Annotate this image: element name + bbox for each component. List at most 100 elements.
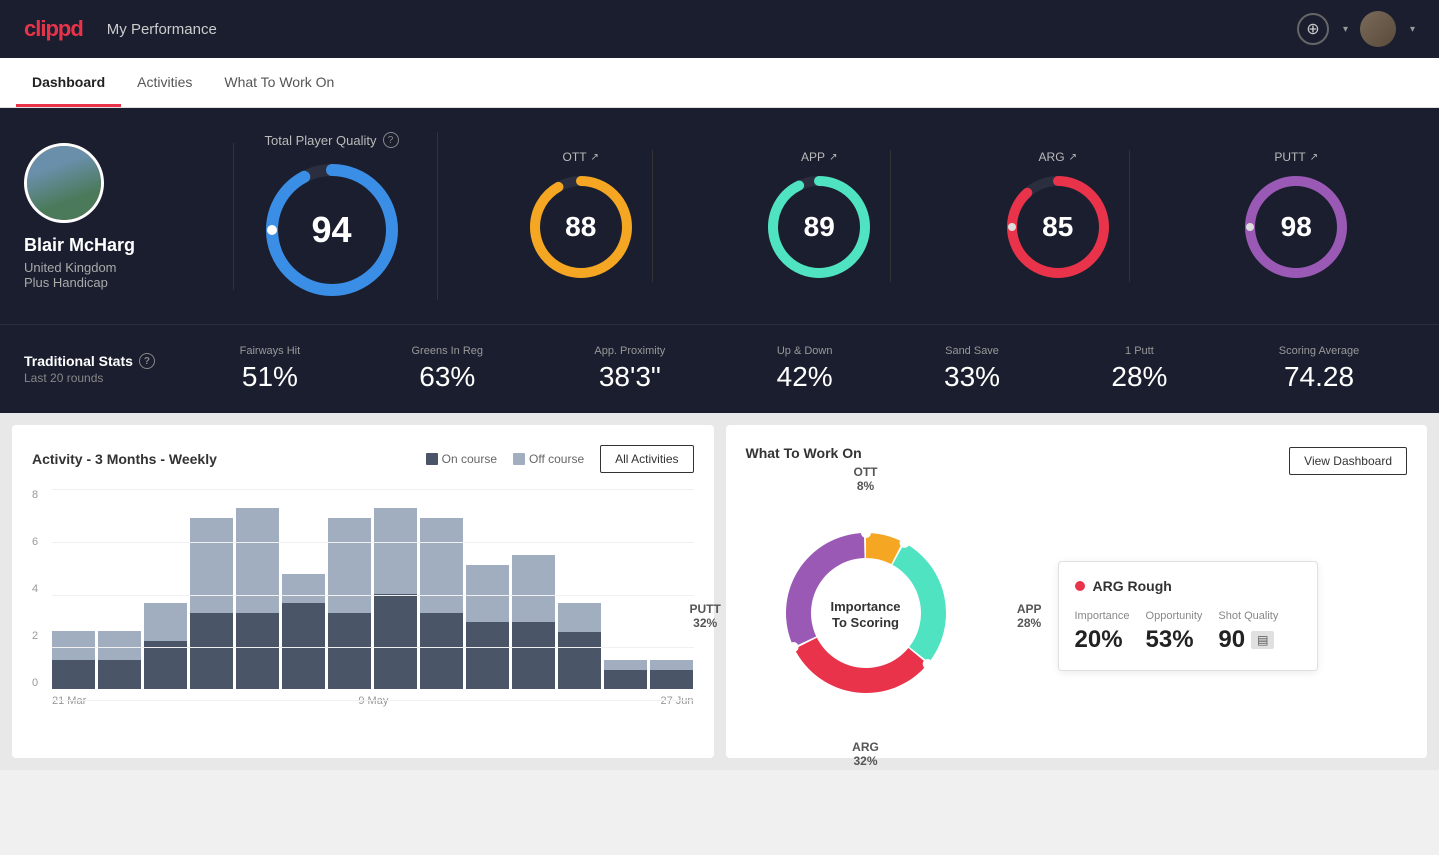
ott-donut-label: OTT8%	[854, 465, 878, 493]
sub-score-ott: OTT ↗ 88	[510, 150, 653, 282]
player-name: Blair McHarg	[24, 235, 135, 256]
bar-dark	[144, 641, 187, 689]
shot-quality-badge: ▤	[1251, 631, 1274, 649]
avatar[interactable]	[1360, 11, 1396, 47]
metric-importance-value: 20%	[1075, 626, 1130, 654]
legend-off-course: Off course	[513, 452, 584, 466]
stat-gir: Greens In Reg 63%	[412, 345, 484, 393]
x-label-mar: 21 Mar	[52, 695, 86, 707]
bar-light	[650, 660, 693, 670]
stat-updown: Up & Down 42%	[777, 345, 833, 393]
bar-light	[282, 574, 325, 603]
view-dashboard-button[interactable]: View Dashboard	[1289, 447, 1407, 475]
app-value: 89	[804, 211, 835, 243]
putt-circle: 98	[1241, 172, 1351, 282]
trad-help-icon[interactable]: ?	[139, 353, 155, 369]
metric-opportunity-label: Opportunity	[1146, 610, 1203, 622]
ott-circle: 88	[526, 172, 636, 282]
putt-label: PUTT ↗	[1274, 150, 1318, 164]
arg-donut-label: ARG32%	[852, 740, 879, 768]
detail-card-title: ARG Rough	[1075, 578, 1301, 594]
app-arrow: ↗	[829, 152, 837, 163]
player-avatar	[24, 143, 104, 223]
player-info: Blair McHarg United Kingdom Plus Handica…	[24, 143, 234, 290]
bar-dark	[466, 622, 509, 689]
ott-value: 88	[565, 211, 596, 243]
activity-panel: Activity - 3 Months - Weekly On course O…	[12, 425, 714, 758]
plus-icon: ⊕	[1306, 19, 1319, 39]
bar-group	[98, 499, 141, 689]
stat-scoring: Scoring Average 74.28	[1279, 345, 1360, 393]
x-label-may: 9 May	[358, 695, 388, 707]
bar-dark	[190, 613, 233, 689]
bar-light	[98, 631, 141, 660]
stat-sandsave: Sand Save 33%	[944, 345, 1000, 393]
trad-stats-label: Traditional Stats ? Last 20 rounds	[24, 353, 184, 385]
stat-1putt: 1 Putt 28%	[1111, 345, 1167, 393]
bar-dark	[512, 622, 555, 689]
chart-inner: 8 6 4 2 0	[32, 489, 694, 689]
tab-dashboard[interactable]: Dashboard	[16, 60, 121, 107]
logo[interactable]: clippd	[24, 16, 83, 42]
stat-fairways: Fairways Hit 51%	[240, 345, 301, 393]
detail-card: ARG Rough Importance 20% Opportunity 53%…	[1058, 561, 1318, 671]
bar-dark	[328, 613, 371, 689]
tabs-nav: Dashboard Activities What To Work On	[0, 58, 1439, 108]
bar-group	[190, 499, 233, 689]
y-label-6: 6	[32, 536, 52, 548]
y-label-2: 2	[32, 630, 52, 642]
bottom-section: Activity - 3 Months - Weekly On course O…	[0, 413, 1439, 770]
wtwo-header: What To Work On View Dashboard	[746, 445, 1408, 477]
stat-1putt-value: 28%	[1111, 361, 1167, 393]
stat-fairways-value: 51%	[242, 361, 298, 393]
app-header: clippd My Performance ⊕ ▾ ▾	[0, 0, 1439, 58]
header-left: clippd My Performance	[24, 16, 217, 42]
all-activities-button[interactable]: All Activities	[600, 445, 693, 473]
y-label-4: 4	[32, 583, 52, 595]
donut-segment-arg	[794, 638, 927, 693]
help-icon[interactable]: ?	[383, 132, 399, 148]
add-button[interactable]: ⊕	[1297, 13, 1329, 45]
stat-sandsave-label: Sand Save	[945, 345, 999, 357]
metric-opportunity: Opportunity 53%	[1146, 610, 1203, 654]
traditional-stats: Traditional Stats ? Last 20 rounds Fairw…	[0, 324, 1439, 413]
bar-dark	[52, 660, 95, 689]
tab-activities[interactable]: Activities	[121, 60, 208, 107]
bars-container	[52, 489, 694, 689]
metric-importance: Importance 20%	[1075, 610, 1130, 654]
wtwo-panel: What To Work On View Dashboard OTT8% Imp…	[726, 425, 1428, 758]
donut-wrapper: OTT8% ImportanceTo Scoring APP28% ARG32%…	[746, 493, 986, 738]
header-title: My Performance	[107, 21, 217, 38]
stat-proximity-value: 38'3"	[599, 361, 661, 393]
red-dot-icon	[1075, 581, 1085, 591]
bar-light	[144, 603, 187, 641]
bar-group	[328, 499, 371, 689]
x-labels: 21 Mar 9 May 27 Jun	[52, 695, 694, 707]
stat-fairways-label: Fairways Hit	[240, 345, 301, 357]
tab-what-to-work-on[interactable]: What To Work On	[208, 60, 350, 107]
bar-group	[604, 499, 647, 689]
total-quality-value: 94	[311, 209, 351, 251]
stats-grid: Fairways Hit 51% Greens In Reg 63% App. …	[184, 345, 1415, 393]
stat-scoring-value: 74.28	[1284, 361, 1354, 393]
sub-scores: OTT ↗ 88 APP ↗	[438, 150, 1415, 282]
bar-dark	[98, 660, 141, 689]
stat-proximity-label: App. Proximity	[594, 345, 665, 357]
app-label: APP ↗	[801, 150, 837, 164]
header-chevron-add: ▾	[1343, 24, 1348, 35]
donut-with-labels: OTT8% ImportanceTo Scoring APP28% ARG32%…	[746, 493, 986, 738]
metric-importance-label: Importance	[1075, 610, 1130, 622]
stat-gir-label: Greens In Reg	[412, 345, 484, 357]
bar-group	[466, 499, 509, 689]
arg-arrow: ↗	[1069, 152, 1077, 163]
trad-stats-sub: Last 20 rounds	[24, 371, 184, 385]
ott-label: OTT ↗	[563, 150, 599, 164]
app-donut-label: APP28%	[1017, 602, 1042, 630]
stat-proximity: App. Proximity 38'3"	[594, 345, 665, 393]
logo-text: clippd	[24, 16, 83, 42]
stat-updown-value: 42%	[777, 361, 833, 393]
bar-dark	[604, 670, 647, 689]
bar-group	[512, 499, 555, 689]
bar-dark	[420, 613, 463, 689]
arg-label: ARG ↗	[1039, 150, 1077, 164]
